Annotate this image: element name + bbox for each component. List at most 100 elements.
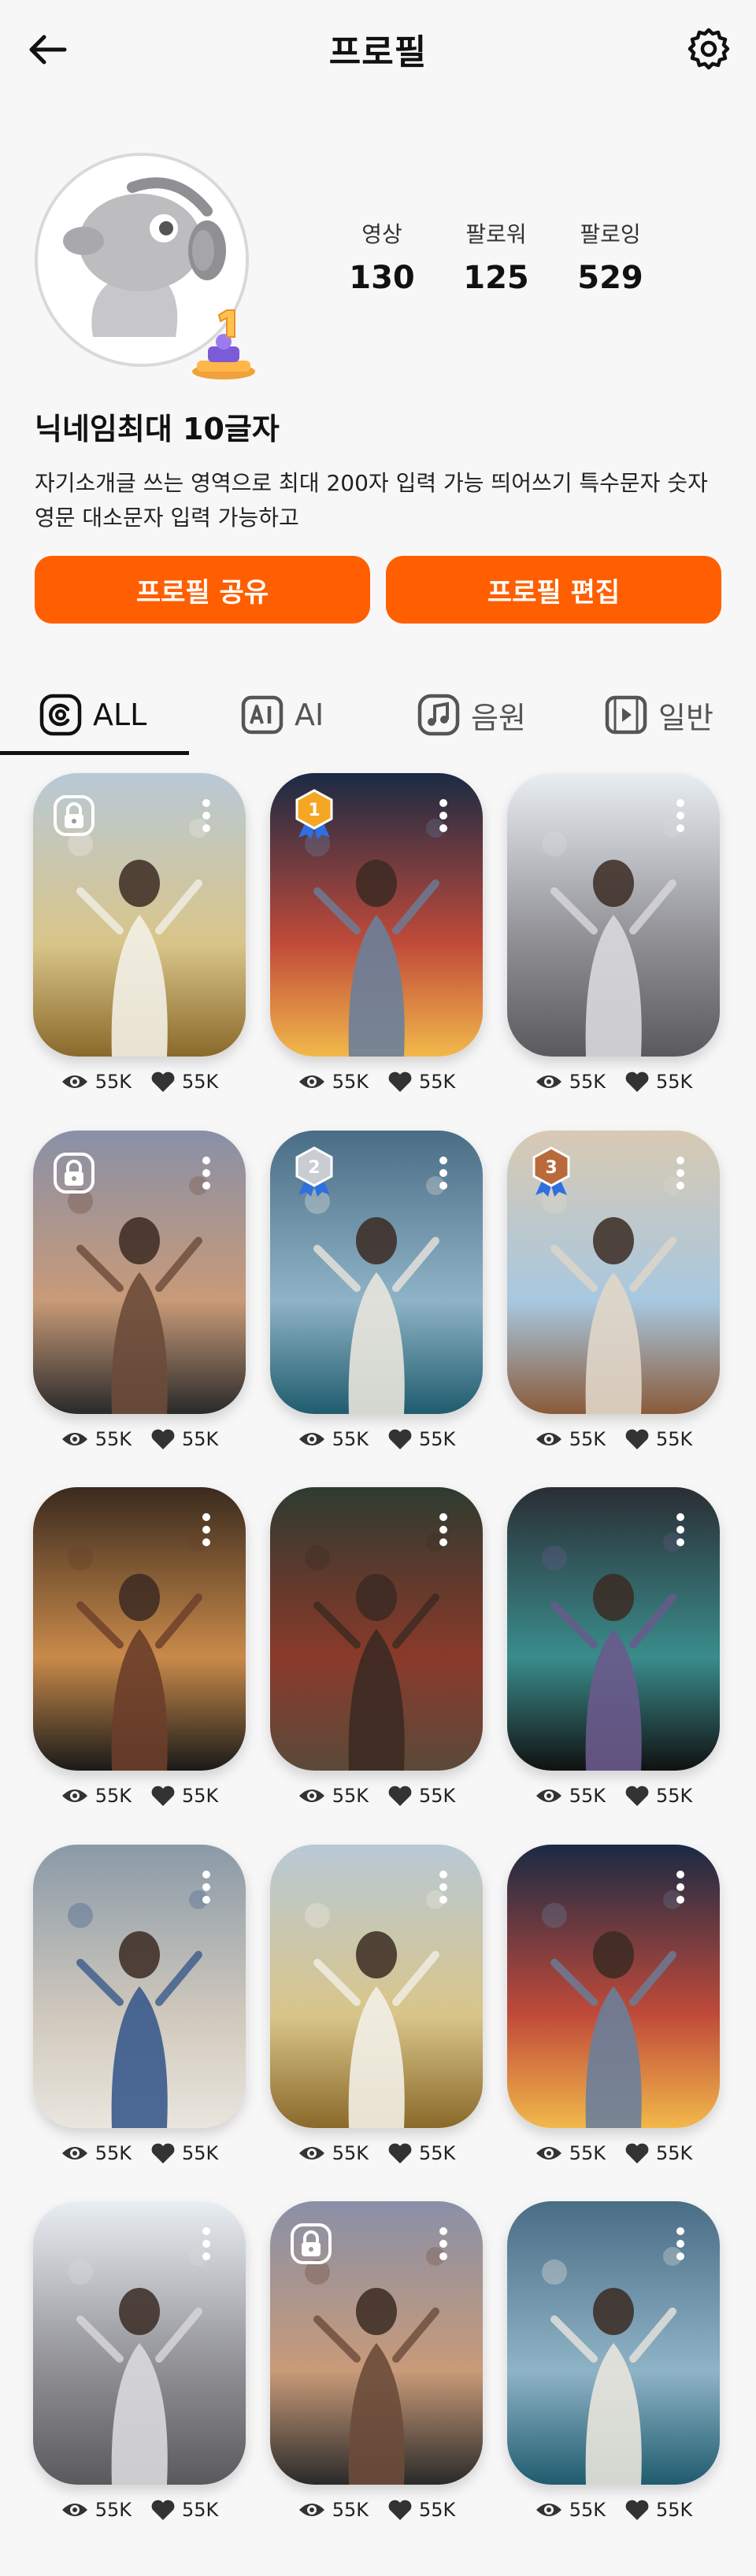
heart-icon bbox=[388, 2500, 412, 2520]
thumbnail-image bbox=[33, 1487, 246, 1771]
heart-icon bbox=[388, 1786, 412, 1806]
video-thumbnail[interactable] bbox=[507, 2201, 720, 2485]
video-thumbnail[interactable] bbox=[507, 773, 720, 1057]
view-count: 55K bbox=[569, 2142, 606, 2164]
video-thumbnail[interactable] bbox=[270, 1845, 483, 2128]
active-tab-indicator bbox=[0, 751, 189, 755]
tab-label: AI bbox=[295, 698, 324, 732]
video-thumbnail[interactable] bbox=[33, 773, 246, 1057]
stat-label: 영상 bbox=[361, 221, 402, 247]
video-metrics: 55K 55K bbox=[33, 2499, 246, 2521]
more-options-icon[interactable] bbox=[676, 1156, 685, 1190]
view-count: 55K bbox=[569, 1785, 606, 1807]
video-card[interactable]: 55K 55K bbox=[33, 2201, 246, 2521]
more-options-icon[interactable] bbox=[202, 1512, 211, 1547]
like-count: 55K bbox=[656, 2142, 693, 2164]
eye-icon bbox=[61, 2504, 87, 2516]
like-count: 55K bbox=[656, 1428, 693, 1450]
video-card[interactable]: 55K 55K bbox=[33, 1845, 246, 2164]
video-thumbnail[interactable]: 3 bbox=[507, 1131, 720, 1414]
video-card[interactable]: 1 55K 55K bbox=[270, 773, 483, 1093]
video-card[interactable]: 3 55K 55K bbox=[507, 1131, 720, 1450]
stat-value: 529 bbox=[577, 260, 643, 296]
video-thumbnail[interactable] bbox=[507, 1487, 720, 1771]
tab-music[interactable]: 음원 bbox=[417, 677, 526, 753]
bio: 자기소개글 쓰는 영역으로 최대 200자 입력 가능 띄어쓰기 특수문자 숫자… bbox=[35, 466, 728, 535]
tab-general[interactable]: 일반 bbox=[605, 677, 713, 753]
video-thumbnail[interactable] bbox=[33, 1131, 246, 1414]
edit-profile-button[interactable]: 프로필 편집 bbox=[386, 556, 721, 624]
more-options-icon[interactable] bbox=[202, 2226, 211, 2261]
video-metrics: 55K 55K bbox=[270, 1785, 483, 1807]
more-options-icon[interactable] bbox=[439, 1512, 448, 1547]
bio-line: 자기소개글 쓰는 영역으로 최대 200자 입력 가능 띄어쓰기 특수문자 숫자 bbox=[35, 470, 708, 496]
heart-icon bbox=[625, 2500, 649, 2520]
svg-text:1: 1 bbox=[308, 801, 320, 820]
tab-label: 일반 bbox=[658, 700, 713, 735]
video-card[interactable]: 2 55K 55K bbox=[270, 1131, 483, 1450]
like-count: 55K bbox=[656, 2499, 693, 2521]
video-thumbnail[interactable] bbox=[270, 1487, 483, 1771]
stat-followers[interactable]: 팔로워 125 bbox=[453, 217, 539, 296]
video-card[interactable]: 55K 55K bbox=[270, 2201, 483, 2521]
more-options-icon[interactable] bbox=[202, 1156, 211, 1190]
video-thumbnail[interactable] bbox=[270, 2201, 483, 2485]
more-options-icon[interactable] bbox=[202, 798, 211, 833]
eye-icon bbox=[298, 1433, 324, 1445]
video-thumbnail[interactable] bbox=[33, 2201, 246, 2485]
more-options-icon[interactable] bbox=[676, 1870, 685, 1904]
eye-icon bbox=[536, 2504, 561, 2516]
video-card[interactable]: 55K 55K bbox=[507, 773, 720, 1093]
tab-all[interactable]: ALL bbox=[39, 677, 146, 753]
video-thumbnail[interactable] bbox=[33, 1845, 246, 2128]
ai-icon bbox=[241, 695, 284, 735]
video-metrics: 55K 55K bbox=[507, 2142, 720, 2164]
video-card[interactable]: 55K 55K bbox=[33, 773, 246, 1093]
like-count: 55K bbox=[182, 1785, 219, 1807]
heart-icon bbox=[388, 2143, 412, 2163]
video-card[interactable]: 55K 55K bbox=[270, 1487, 483, 1807]
video-card[interactable]: 55K 55K bbox=[507, 1487, 720, 1807]
video-card[interactable]: 55K 55K bbox=[33, 1131, 246, 1450]
like-count: 55K bbox=[182, 2499, 219, 2521]
more-options-icon[interactable] bbox=[676, 2226, 685, 2261]
video-icon bbox=[605, 695, 647, 735]
stat-following[interactable]: 팔로잉 529 bbox=[567, 217, 654, 296]
rank-medal-icon: 1 bbox=[295, 789, 333, 839]
tab-ai[interactable]: AI bbox=[241, 677, 324, 753]
heart-icon bbox=[625, 1071, 649, 1092]
video-metrics: 55K 55K bbox=[33, 1428, 246, 1450]
more-options-icon[interactable] bbox=[202, 1870, 211, 1904]
video-card[interactable]: 55K 55K bbox=[270, 1845, 483, 2164]
more-options-icon[interactable] bbox=[439, 1156, 448, 1190]
rank-medal-icon: 3 bbox=[532, 1146, 570, 1197]
view-count: 55K bbox=[569, 1428, 606, 1450]
video-thumbnail[interactable] bbox=[507, 1845, 720, 2128]
video-thumbnail[interactable] bbox=[33, 1487, 246, 1771]
video-card[interactable]: 55K 55K bbox=[33, 1487, 246, 1807]
thumbnail-image bbox=[270, 1845, 483, 2128]
video-card[interactable]: 55K 55K bbox=[507, 1845, 720, 2164]
heart-icon bbox=[625, 1786, 649, 1806]
tab-label: 음원 bbox=[471, 700, 526, 735]
eye-icon bbox=[298, 1075, 324, 1088]
video-metrics: 55K 55K bbox=[507, 1428, 720, 1450]
thumbnail-image bbox=[507, 1845, 720, 2128]
stat-videos[interactable]: 영상 130 bbox=[339, 217, 425, 296]
settings-button[interactable] bbox=[685, 25, 732, 72]
view-count: 55K bbox=[332, 1428, 369, 1450]
view-count: 55K bbox=[94, 2499, 132, 2521]
share-profile-button[interactable]: 프로필 공유 bbox=[35, 556, 370, 624]
heart-icon bbox=[625, 1429, 649, 1449]
like-count: 55K bbox=[182, 1071, 219, 1093]
video-thumbnail[interactable]: 1 bbox=[270, 773, 483, 1057]
eye-icon bbox=[536, 2147, 561, 2160]
more-options-icon[interactable] bbox=[439, 2226, 448, 2261]
more-options-icon[interactable] bbox=[676, 1512, 685, 1547]
video-thumbnail[interactable]: 2 bbox=[270, 1131, 483, 1414]
more-options-icon[interactable] bbox=[676, 798, 685, 833]
video-card[interactable]: 55K 55K bbox=[507, 2201, 720, 2521]
video-metrics: 55K 55K bbox=[507, 1785, 720, 1807]
more-options-icon[interactable] bbox=[439, 1870, 448, 1904]
more-options-icon[interactable] bbox=[439, 798, 448, 833]
